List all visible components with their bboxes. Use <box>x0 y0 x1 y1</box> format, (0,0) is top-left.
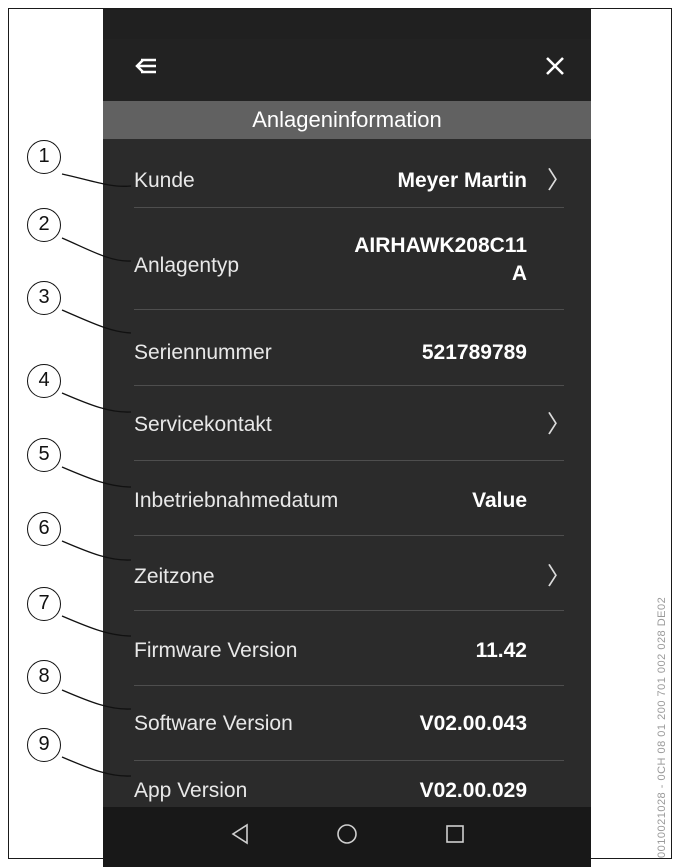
chevron-right-icon: 〉 <box>547 563 571 590</box>
row-value-line2: A <box>511 262 527 285</box>
status-bar <box>103 9 591 39</box>
circle-home-icon[interactable] <box>332 819 362 849</box>
row-label: Firmware Version <box>134 639 298 662</box>
divider <box>134 309 564 310</box>
page-title: Anlageninformation <box>103 101 591 139</box>
row-label: Inbetriebnahmedatum <box>134 489 339 512</box>
divider <box>134 207 564 208</box>
row-inbetriebnahmedatum: Inbetriebnahmedatum Value <box>103 481 591 521</box>
divider <box>134 760 564 761</box>
divider <box>134 685 564 686</box>
row-value: 11.42 <box>475 639 527 662</box>
row-value: V02.00.043 <box>419 712 527 735</box>
divider <box>134 460 564 461</box>
row-label: Zeitzone <box>134 565 215 588</box>
close-icon[interactable] <box>540 51 570 81</box>
row-anlagentyp: Anlagentyp AIRHAWK208C11 A <box>103 227 591 297</box>
row-kunde[interactable]: Kunde Meyer Martin 〉 <box>103 159 591 203</box>
row-value: Value <box>472 489 527 512</box>
row-label: Software Version <box>134 712 293 735</box>
divider <box>134 385 564 386</box>
back-menu-icon[interactable] <box>132 52 162 82</box>
row-label: Anlagentyp <box>134 254 240 277</box>
row-value: 521789789 <box>421 341 527 364</box>
row-software-version: Software Version V02.00.043 <box>103 707 591 747</box>
chevron-right-icon: 〉 <box>547 167 571 194</box>
chevron-right-icon: 〉 <box>547 411 571 438</box>
row-value-line1: AIRHAWK208C11 <box>354 234 527 257</box>
row-value: Meyer Martin <box>397 169 527 192</box>
row-app-version: App Version V02.00.029 <box>103 775 591 807</box>
square-recent-icon[interactable] <box>440 819 470 849</box>
divider <box>134 535 564 536</box>
row-label: App Version <box>134 779 248 802</box>
row-firmware-version: Firmware Version 11.42 <box>103 633 591 673</box>
row-seriennummer: Seriennummer 521789789 <box>103 333 591 373</box>
row-label: Kunde <box>134 169 195 192</box>
divider <box>134 610 564 611</box>
nav-bar <box>103 807 591 867</box>
row-label: Servicekontakt <box>134 413 272 436</box>
document-code: 0010021028 - 0CH 08 01 200 701 002 028 D… <box>656 596 668 858</box>
row-zeitzone[interactable]: Zeitzone 〉 <box>103 559 591 599</box>
row-servicekontakt[interactable]: Servicekontakt 〉 <box>103 407 591 447</box>
triangle-back-icon[interactable] <box>225 819 255 849</box>
phone-screen: Anlageninformation Kunde Meyer Martin 〉 … <box>103 9 591 867</box>
app-bar <box>103 39 591 101</box>
row-value: V02.00.029 <box>419 779 527 802</box>
row-label: Seriennummer <box>134 341 272 364</box>
